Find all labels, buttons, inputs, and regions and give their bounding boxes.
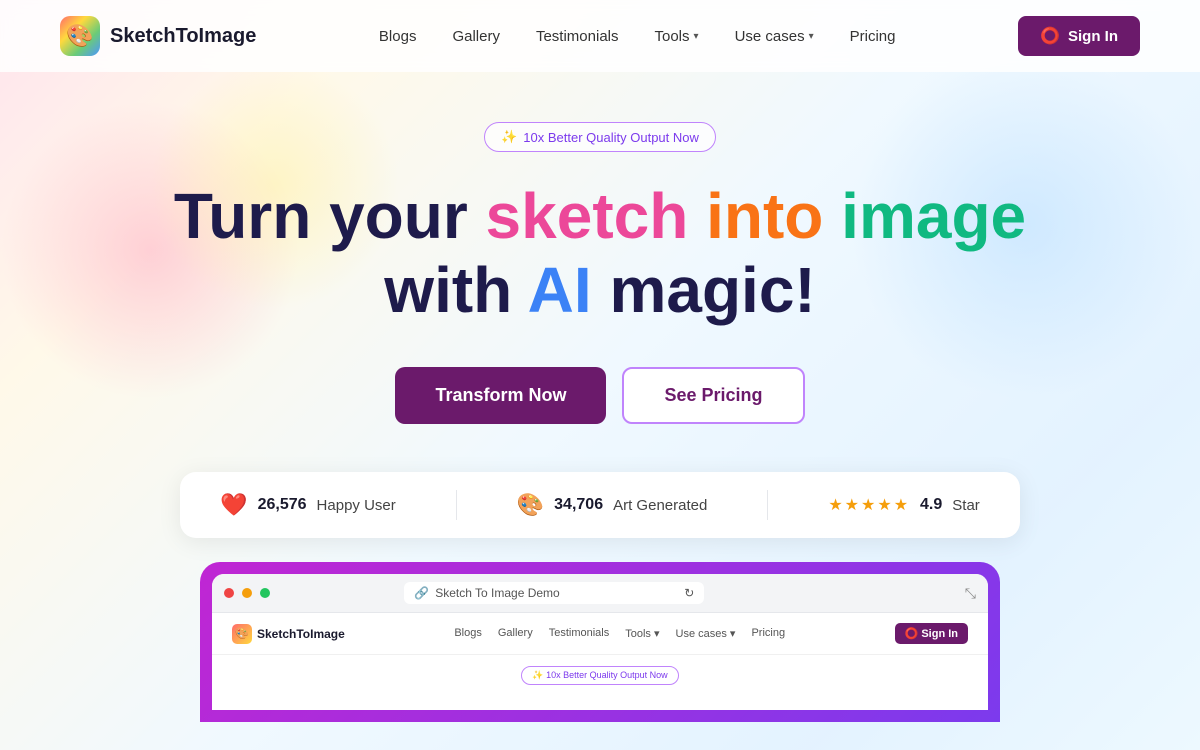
refresh-icon: ↻ — [684, 586, 694, 600]
demo-link-blogs: Blogs — [454, 627, 482, 640]
nav-links: Blogs Gallery Testimonials Tools ▾ Use c… — [379, 28, 896, 45]
demo-inner-signin: ⭕ Sign In — [895, 623, 968, 644]
happy-user-label: Happy User — [317, 497, 396, 514]
rating-stat: ★★★★★ 4.9 Star — [828, 495, 979, 515]
heart-icon: ❤️ — [220, 492, 247, 518]
nav-pricing[interactable]: Pricing — [850, 28, 896, 45]
sparkle-icon: ✨ — [501, 129, 517, 145]
logo-icon: 🎨 — [60, 16, 100, 56]
demo-link-tools: Tools ▾ — [625, 627, 659, 640]
demo-inner-links: Blogs Gallery Testimonials Tools ▾ Use c… — [454, 627, 785, 640]
art-generated-label: Art Generated — [613, 497, 707, 514]
badge-text: 10x Better Quality Output Now — [523, 130, 699, 145]
quality-badge: ✨ 10x Better Quality Output Now — [484, 122, 716, 152]
nav-blogs[interactable]: Blogs — [379, 28, 417, 45]
heading-line1: Turn your sketch into image — [174, 180, 1026, 254]
nav-tools[interactable]: Tools ▾ — [655, 28, 699, 45]
rating-value: 4.9 — [920, 496, 942, 514]
demo-link-testimonials: Testimonials — [549, 627, 610, 640]
browser-dot-red — [224, 588, 234, 598]
demo-link-gallery: Gallery — [498, 627, 533, 640]
tools-chevron-icon: ▾ — [694, 31, 699, 42]
happy-user-count: 26,576 — [258, 496, 307, 514]
hero-heading: Turn your sketch into image with AI magi… — [174, 180, 1026, 327]
stat-divider-2 — [767, 490, 768, 520]
rating-label: Star — [952, 497, 980, 514]
browser-chrome-bar: 🔗 Sketch To Image Demo ↻ ⤡ — [212, 574, 988, 613]
expand-icon: ⤡ — [965, 585, 976, 602]
browser-dot-yellow — [242, 588, 252, 598]
logo[interactable]: 🎨 SketchToImage — [60, 16, 256, 56]
happy-user-stat: ❤️ 26,576 Happy User — [220, 492, 396, 518]
use-cases-chevron-icon: ▾ — [809, 31, 814, 42]
stars-icon: ★★★★★ — [828, 495, 910, 515]
nav-use-cases[interactable]: Use cases ▾ — [735, 28, 814, 45]
art-generated-stat: 🎨 34,706 Art Generated — [517, 492, 708, 518]
demo-inner-logo: 🎨 SketchToImage — [232, 624, 345, 644]
art-generated-count: 34,706 — [554, 496, 603, 514]
demo-inner-logo-icon: 🎨 — [232, 624, 252, 644]
stat-divider-1 — [456, 490, 457, 520]
navbar: 🎨 SketchToImage Blogs Gallery Testimonia… — [0, 0, 1200, 72]
demo-link-pricing: Pricing — [751, 627, 785, 640]
nav-gallery[interactable]: Gallery — [452, 28, 500, 45]
demo-browser: 🔗 Sketch To Image Demo ↻ ⤡ 🎨 SketchToIma… — [212, 574, 988, 710]
link-icon: 🔗 — [414, 586, 429, 600]
url-text: Sketch To Image Demo — [435, 586, 560, 600]
signin-button[interactable]: ⭕ Sign In — [1018, 16, 1140, 56]
demo-link-usecases: Use cases ▾ — [676, 627, 736, 640]
stats-bar: ❤️ 26,576 Happy User 🎨 34,706 Art Genera… — [180, 472, 1020, 538]
logo-text: SketchToImage — [110, 25, 256, 48]
signin-icon: ⭕ — [1040, 26, 1060, 46]
demo-inner-badge: ✨ 10x Better Quality Output Now — [521, 666, 678, 685]
heading-line2: with AI magic! — [174, 254, 1026, 328]
demo-inner-nav: 🎨 SketchToImage Blogs Gallery Testimonia… — [212, 613, 988, 655]
transform-now-button[interactable]: Transform Now — [395, 367, 606, 424]
main-content: ✨ 10x Better Quality Output Now Turn you… — [0, 72, 1200, 562]
cta-row: Transform Now See Pricing — [395, 367, 804, 424]
palette-icon: 🎨 — [517, 492, 544, 518]
url-bar: 🔗 Sketch To Image Demo ↻ — [404, 582, 704, 604]
see-pricing-button[interactable]: See Pricing — [622, 367, 804, 424]
nav-testimonials[interactable]: Testimonials — [536, 28, 619, 45]
demo-inner-brand: SketchToImage — [257, 627, 345, 641]
demo-preview: 🔗 Sketch To Image Demo ↻ ⤡ 🎨 SketchToIma… — [200, 562, 1000, 722]
demo-inner-content: ✨ 10x Better Quality Output Now — [212, 655, 988, 695]
browser-dot-green — [260, 588, 270, 598]
